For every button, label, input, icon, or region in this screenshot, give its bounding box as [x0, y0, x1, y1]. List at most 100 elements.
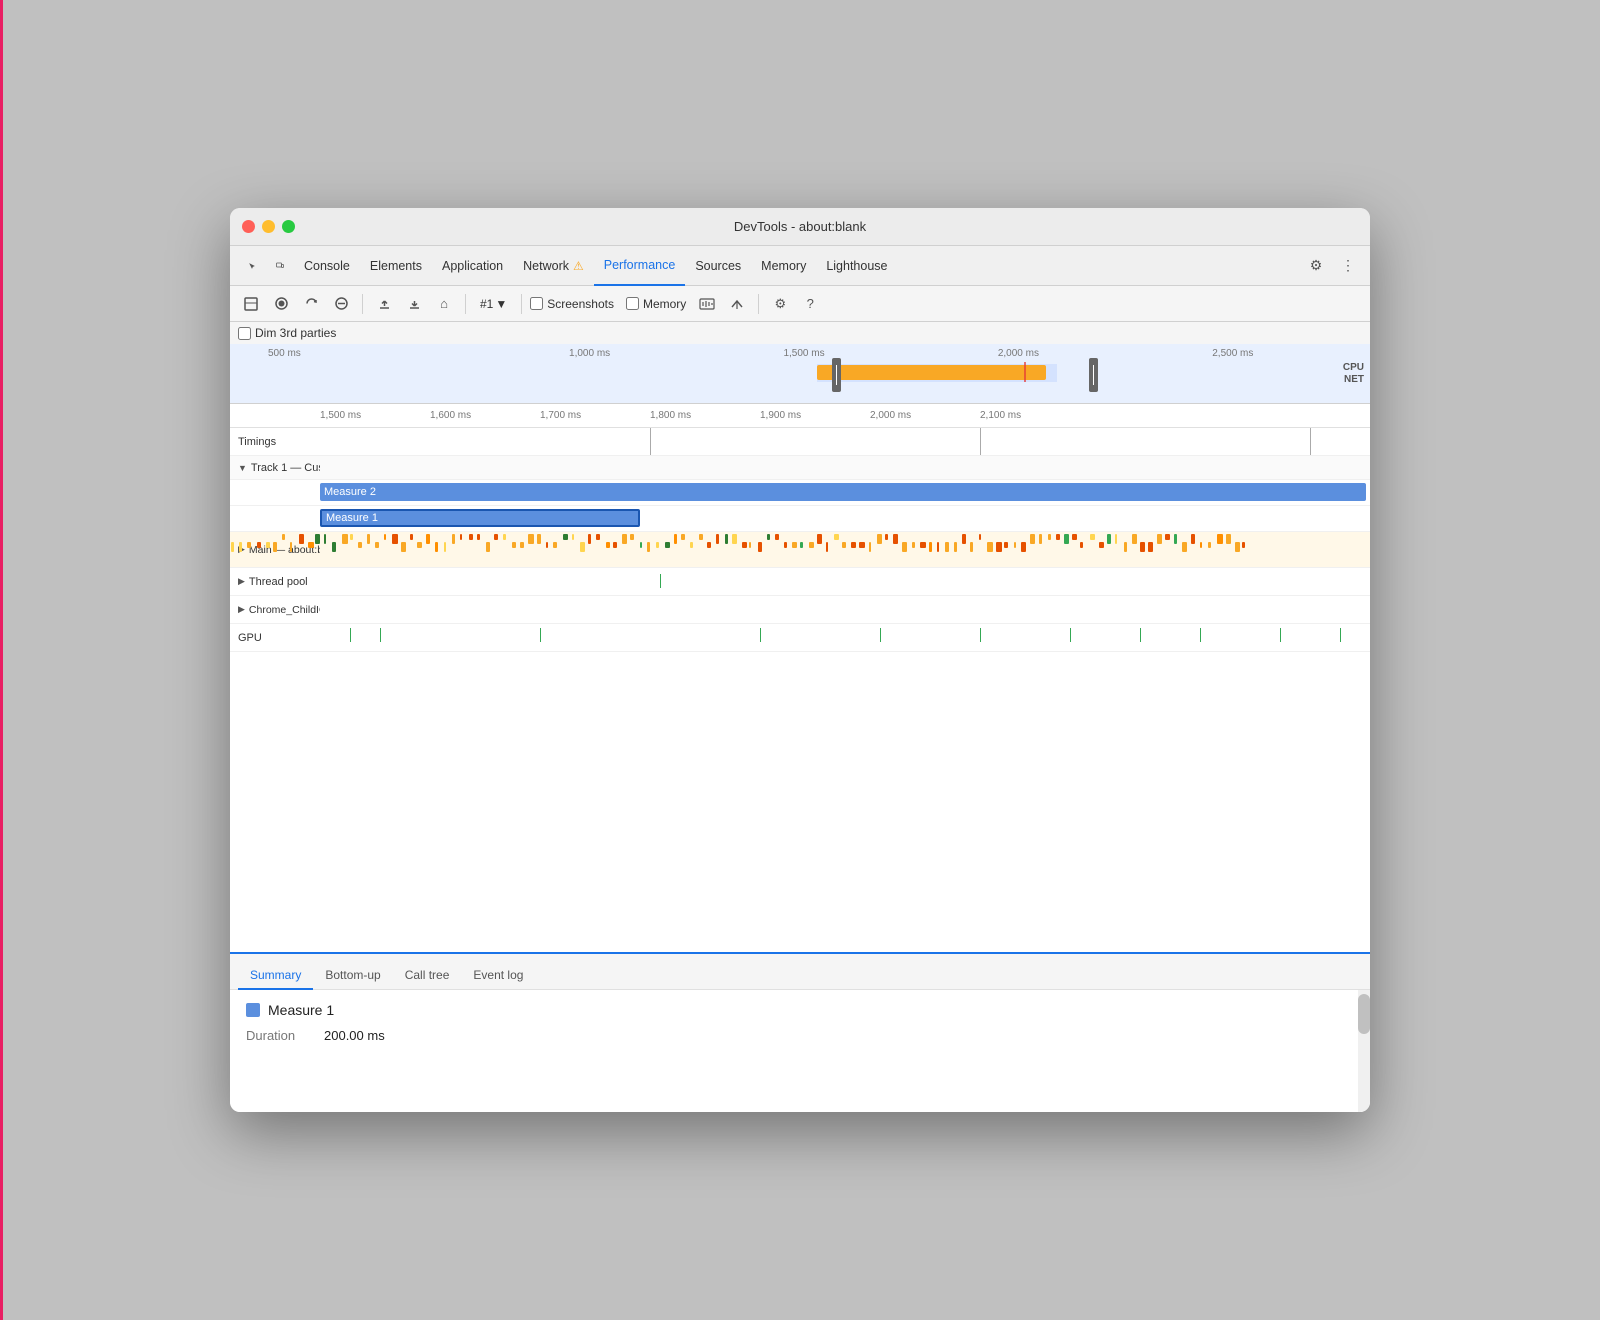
- duration-row: Duration 200.00 ms: [246, 1028, 1342, 1043]
- bottom-panel: Summary Bottom-up Call tree Event log Me…: [230, 952, 1370, 1112]
- tracks-container: Timings ▼ Track 1 — Custom track: [230, 428, 1370, 952]
- profile-selector[interactable]: #1 ▼: [474, 295, 513, 313]
- duration-label: Duration: [246, 1028, 316, 1043]
- minimize-button[interactable]: [262, 220, 275, 233]
- reload-button[interactable]: [298, 291, 324, 317]
- download-button[interactable]: [401, 291, 427, 317]
- tab-console[interactable]: Console: [294, 246, 360, 286]
- ruler-mark-2: 1,500 ms: [697, 348, 911, 359]
- detail-mark-2: 1,700 ms: [540, 410, 581, 421]
- traffic-lights: [242, 220, 295, 233]
- custom-track-label: ▼ Track 1 — Custom track: [230, 460, 320, 476]
- network-warning-icon: ⚠: [573, 259, 584, 273]
- network-throttle-button[interactable]: [724, 291, 750, 317]
- perf-settings-button[interactable]: ⚙: [767, 291, 793, 317]
- bottom-tabs: Summary Bottom-up Call tree Event log: [230, 954, 1370, 990]
- screenshots-checkbox[interactable]: [530, 297, 543, 310]
- record-button[interactable]: [268, 291, 294, 317]
- home-button[interactable]: ⌂: [431, 291, 457, 317]
- measure1-content: Measure 1: [320, 506, 1370, 532]
- separator-4: [758, 294, 759, 314]
- thread-pool-arrow[interactable]: ▶: [238, 576, 245, 587]
- tab-memory[interactable]: Memory: [751, 246, 816, 286]
- toolbar-icons: ⚙ ⋮: [1302, 252, 1362, 280]
- timings-track: Timings: [230, 428, 1370, 456]
- close-button[interactable]: [242, 220, 255, 233]
- tab-summary[interactable]: Summary: [238, 962, 313, 990]
- tab-elements[interactable]: Elements: [360, 246, 432, 286]
- detail-mark-6: 2,100 ms: [980, 410, 1021, 421]
- dim-3rd-parties-checkbox[interactable]: [238, 327, 251, 340]
- measure1-label: [230, 517, 320, 521]
- upload-button[interactable]: [371, 291, 397, 317]
- main-track-content: // Generate flame bars programmatically: [230, 532, 1370, 567]
- detail-mark-0: 1,500 ms: [320, 410, 361, 421]
- net-label: NET: [1344, 374, 1364, 385]
- scrollbar-track[interactable]: [1358, 990, 1370, 1112]
- devtools-window: DevTools - about:blank Console Elements: [230, 208, 1370, 1112]
- gpu-track: GPU: [230, 624, 1370, 652]
- clear-button[interactable]: [328, 291, 354, 317]
- device-mode-icon[interactable]: [266, 252, 294, 280]
- tab-performance[interactable]: Performance: [594, 246, 686, 286]
- detail-ruler: 1,500 ms 1,600 ms 1,700 ms 1,800 ms 1,90…: [230, 404, 1370, 428]
- ruler-mark-1: 1,000 ms: [482, 348, 696, 359]
- measure1-bar[interactable]: Measure 1: [320, 509, 640, 527]
- detail-mark-4: 1,900 ms: [760, 410, 801, 421]
- tab-call-tree[interactable]: Call tree: [393, 962, 462, 990]
- separator-1: [362, 294, 363, 314]
- detail-mark-3: 1,800 ms: [650, 410, 691, 421]
- detail-mark-5: 2,000 ms: [870, 410, 911, 421]
- tab-sources[interactable]: Sources: [685, 246, 751, 286]
- thread-pool-label: ▶ Thread pool: [230, 574, 320, 590]
- thread-pool-track: ▶ Thread pool: [230, 568, 1370, 596]
- thread-pool-content: [320, 568, 1370, 596]
- gpu-label: GPU: [230, 630, 320, 646]
- scrollbar-thumb[interactable]: [1358, 994, 1370, 1034]
- cursor-icon[interactable]: [238, 252, 266, 280]
- cpu-throttle-button[interactable]: [694, 291, 720, 317]
- gpu-content: [320, 624, 1370, 652]
- window-title: DevTools - about:blank: [734, 219, 866, 234]
- cpu-label: CPU: [1343, 362, 1364, 373]
- help-button[interactable]: ?: [797, 291, 823, 317]
- measure2-label: [230, 491, 320, 495]
- panel-layout-button[interactable]: [238, 291, 264, 317]
- more-button[interactable]: ⋮: [1334, 252, 1362, 280]
- bottom-content: Measure 1 Duration 200.00 ms: [230, 990, 1358, 1112]
- measure-color-indicator: [246, 1003, 260, 1017]
- measure2-track: Measure 2: [230, 480, 1370, 506]
- chrome-child-arrow[interactable]: ▶: [238, 604, 245, 615]
- detail-panel: 1,500 ms 1,600 ms 1,700 ms 1,800 ms 1,90…: [230, 404, 1370, 952]
- detail-mark-1: 1,600 ms: [430, 410, 471, 421]
- measure2-content: Measure 2: [320, 480, 1370, 506]
- overview-ruler: 500 ms 1,000 ms 1,500 ms 2,000 ms 2,500 …: [230, 348, 1370, 359]
- tab-event-log[interactable]: Event log: [461, 962, 535, 990]
- tab-application[interactable]: Application: [432, 246, 513, 286]
- bottom-content-area: Measure 1 Duration 200.00 ms: [230, 990, 1370, 1112]
- empty-area: [230, 652, 1370, 952]
- screenshots-checkbox-group: Screenshots: [530, 297, 614, 311]
- chrome-child-track: ▶ Chrome_ChildIOThread: [230, 596, 1370, 624]
- tab-lighthouse[interactable]: Lighthouse: [816, 246, 897, 286]
- thread-pool-marker: [660, 574, 661, 588]
- separator-2: [465, 294, 466, 314]
- timing-marker-3: [1310, 428, 1311, 455]
- title-bar: DevTools - about:blank: [230, 208, 1370, 246]
- timings-label: Timings: [230, 434, 320, 450]
- custom-track-header: ▼ Track 1 — Custom track: [230, 456, 1370, 480]
- measure2-bar[interactable]: Measure 2: [320, 483, 1366, 501]
- timing-marker-1: [650, 428, 651, 455]
- memory-checkbox-group: Memory: [626, 297, 686, 311]
- tab-bottom-up[interactable]: Bottom-up: [313, 962, 392, 990]
- main-track: ▶ Main — about:blank // Generate flame b…: [230, 532, 1370, 568]
- tab-network[interactable]: Network ⚠: [513, 246, 594, 286]
- nav-tabs: Console Elements Application Network ⚠ P…: [238, 246, 1300, 286]
- custom-track-arrow[interactable]: ▼: [238, 463, 247, 473]
- settings-button[interactable]: ⚙: [1302, 252, 1330, 280]
- measure-title-text: Measure 1: [268, 1002, 334, 1018]
- memory-checkbox[interactable]: [626, 297, 639, 310]
- chrome-child-content: [320, 596, 1370, 624]
- maximize-button[interactable]: [282, 220, 295, 233]
- chrome-child-label: ▶ Chrome_ChildIOThread: [230, 602, 320, 618]
